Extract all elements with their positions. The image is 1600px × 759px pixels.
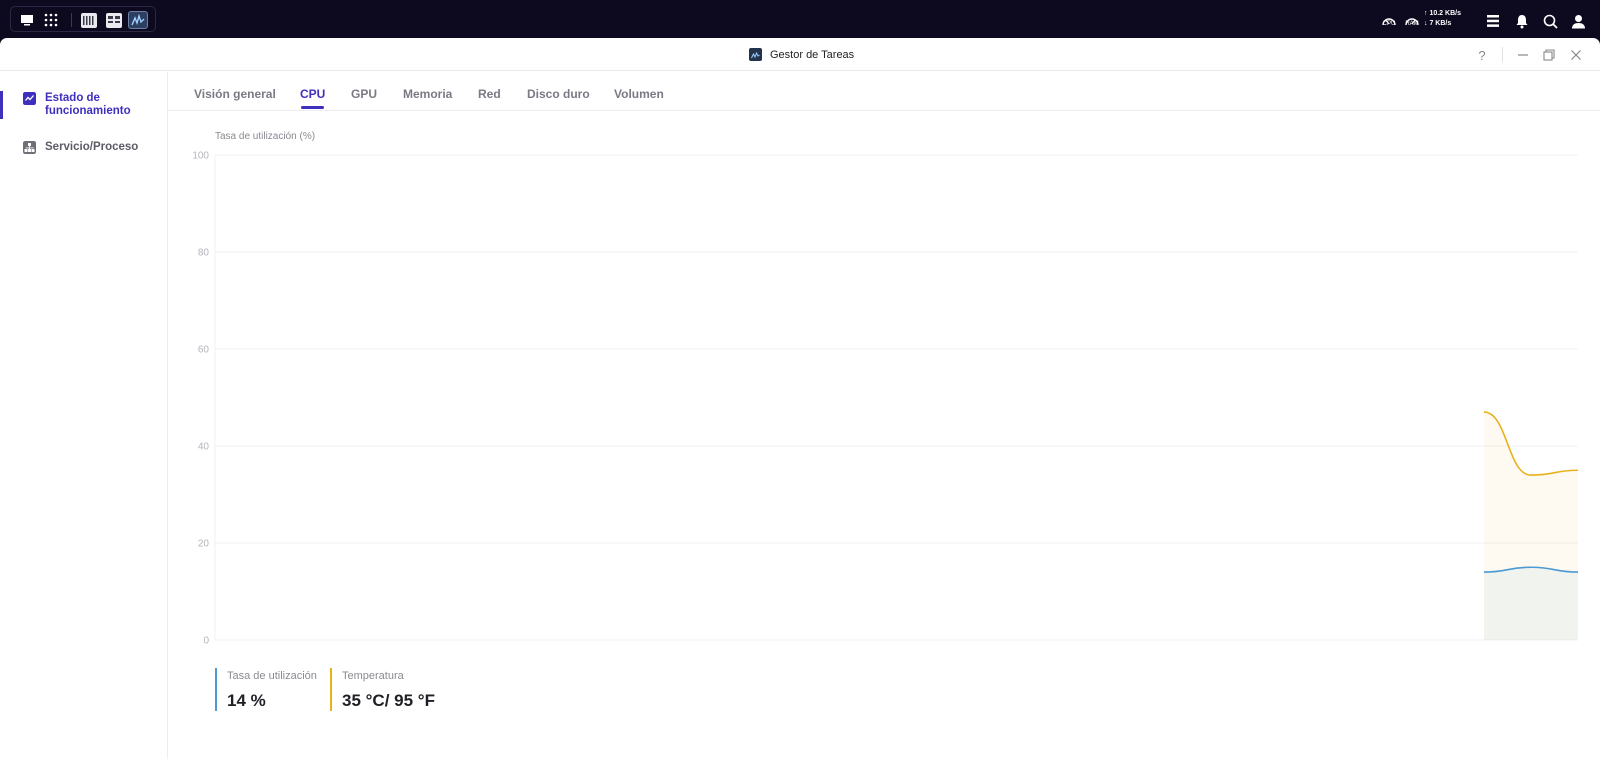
notifications-button[interactable] [1513,10,1531,32]
ram-gauge-widget[interactable] [1403,9,1421,31]
download-speed: ↓ 7 KB/s [1424,20,1452,27]
bell-icon [1516,14,1528,28]
legend-utilization: Tasa de utilización 14 % [215,668,317,711]
legend-utilization-label: Tasa de utilización [227,670,317,682]
y-tick-label: 20 [198,539,210,550]
system-taskbar: CPU RAM ↑ 10.2 KB/s ↓ 7 KB/s [0,0,1600,38]
ram-gauge-label: RAM [1405,21,1419,27]
y-tick-label: 80 [198,248,210,259]
desktop-icon [21,15,33,26]
control-panel-icon [106,12,122,28]
cpu-gauge-widget[interactable] [1380,9,1398,31]
y-axis-label: Tasa de utilización (%) [215,131,315,142]
upload-speed: ↑ 10.2 KB/s [1424,10,1461,17]
cpu-utilization-chart: Tasa de utilización (%) 100 80 60 40 20 0 [192,131,1579,647]
user-icon [1571,14,1585,28]
search-icon [1543,14,1558,29]
task-manager-window: Gestor de Tareas ? Estado de funcionamie… [0,38,1600,759]
show-desktop-button[interactable] [17,11,37,29]
app-launcher-group [10,6,156,32]
background-tasks-button[interactable] [1484,10,1502,32]
tasks-list-icon [1487,15,1499,27]
y-tick-label: 100 [192,151,209,162]
app-grid-button[interactable] [41,11,61,29]
launcher-divider [71,13,72,27]
legend-temperature-label: Temperatura [342,670,404,682]
user-account-button[interactable] [1569,10,1587,32]
y-tick-label: 40 [198,442,210,453]
file-station-icon [81,12,97,28]
legend-temperature: Temperatura 35 °C/ 95 °F [330,668,435,711]
taskbar-app-task-manager[interactable] [128,11,148,29]
y-tick-label: 0 [203,636,209,647]
cpu-gauge-label: CPU [1382,21,1396,27]
legend-temperature-value: 35 °C/ 95 °F [342,691,435,710]
legend-utilization-value: 14 % [227,691,266,710]
taskbar-app-file-station[interactable] [79,11,99,29]
search-button[interactable] [1541,10,1559,32]
task-manager-icon [131,13,145,25]
taskbar-app-control-panel[interactable] [104,11,124,29]
network-speed-widget[interactable]: ↑ 10.2 KB/s ↓ 7 KB/s [1424,9,1461,29]
grid-dots-icon [44,13,58,27]
y-tick-label: 60 [198,345,210,356]
